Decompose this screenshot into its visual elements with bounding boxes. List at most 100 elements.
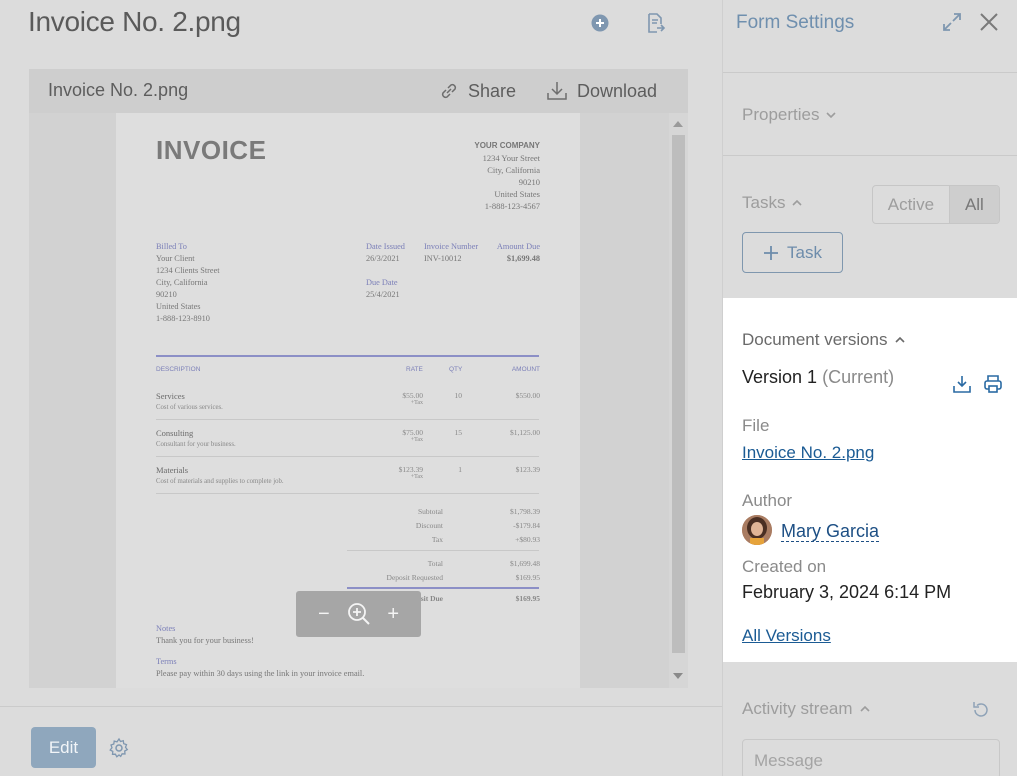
invoice-number-value: INV-10012: [424, 254, 462, 263]
section-divider: [723, 72, 1017, 73]
company-phone: 1-888-123-4567: [484, 201, 540, 211]
tasks-label: Tasks: [742, 193, 786, 212]
notes-block: Notes Thank you for your business!: [156, 623, 254, 647]
download-label: Download: [577, 80, 658, 101]
total-label: Total: [427, 559, 443, 568]
client-street: 1234 Clients Street: [156, 266, 220, 275]
download-version-icon[interactable]: [952, 374, 972, 394]
filter-active[interactable]: Active: [873, 186, 949, 223]
properties-toggle[interactable]: Properties: [742, 105, 837, 125]
activity-toggle[interactable]: Activity stream: [742, 699, 871, 719]
version-status: (Current): [822, 367, 895, 387]
col-description: DESCRIPTION: [156, 366, 201, 373]
company-country: United States: [494, 189, 540, 199]
filter-all[interactable]: All: [948, 186, 999, 223]
viewer-scrollbar[interactable]: [669, 113, 688, 688]
download-icon: [547, 82, 567, 100]
deposit-rule: [347, 587, 539, 589]
print-icon[interactable]: [983, 374, 1003, 394]
versions-toggle[interactable]: Document versions: [742, 330, 906, 350]
client-name: Your Client: [156, 254, 195, 263]
item-desc: Cost of materials and supplies to comple…: [156, 478, 284, 485]
message-input[interactable]: Message: [742, 739, 1000, 776]
date-issued-value: 26/3/2021: [366, 254, 400, 263]
row-divider: [156, 493, 539, 494]
item-rate: $55.00 +Tax: [386, 391, 423, 406]
subtotal-label: Subtotal: [417, 507, 443, 516]
client-zip: 90210: [156, 290, 177, 299]
total-values: $1,699.48 $169.95: [460, 557, 540, 585]
table-row: Consulting Consultant for your business.: [156, 428, 236, 448]
author-link[interactable]: Mary Garcia: [781, 521, 880, 542]
tasks-filter: Active All: [872, 185, 1000, 224]
edit-button[interactable]: Edit: [31, 727, 96, 768]
invoice-title: INVOICE: [156, 135, 267, 165]
add-circle-icon[interactable]: [589, 12, 611, 34]
expand-icon[interactable]: [942, 12, 962, 32]
discount-label: Discount: [415, 521, 443, 530]
page-title: Invoice No. 2.png: [28, 6, 241, 37]
viewer-file-name: Invoice No. 2.png: [48, 80, 189, 100]
avatar[interactable]: [742, 515, 772, 545]
date-issued-block: Date Issued 26/3/2021: [366, 241, 405, 265]
zoom-out-button[interactable]: −: [318, 603, 330, 626]
gear-icon[interactable]: [108, 737, 130, 759]
viewer-toolbar: Invoice No. 2.png Share Download: [29, 69, 688, 113]
zoom-in-button[interactable]: +: [387, 603, 399, 626]
all-versions-link[interactable]: All Versions: [742, 626, 831, 646]
amount-due-label: Amount Due: [496, 242, 540, 251]
date-issued-label: Date Issued: [366, 242, 405, 251]
client-phone: 1-888-123-8910: [156, 314, 210, 323]
company-street: 1234 Your Street: [482, 153, 540, 163]
item-rate-value: $55.00: [402, 391, 423, 400]
form-settings-panel: Form Settings Properties Tasks Active Al…: [722, 0, 1017, 776]
item-name: Services: [156, 391, 185, 401]
document-send-icon[interactable]: [644, 12, 666, 34]
footer-divider: [0, 706, 722, 707]
row-divider: [156, 456, 539, 457]
table-row: Services Cost of various services.: [156, 391, 223, 411]
client-country: United States: [156, 302, 201, 311]
table-row: Materials Cost of materials and supplies…: [156, 465, 284, 485]
properties-label: Properties: [742, 105, 820, 124]
avatar-image: [742, 515, 772, 545]
client-city: City, California: [156, 278, 208, 287]
plus-icon: [764, 245, 779, 260]
invoice-number-label: Invoice Number: [424, 242, 479, 251]
scroll-up-arrow[interactable]: [673, 121, 683, 127]
col-rate: RATE: [406, 366, 423, 373]
scroll-thumb[interactable]: [672, 135, 685, 653]
item-name: Consulting: [156, 428, 194, 438]
section-divider: [723, 155, 1017, 156]
due-date-block: Due Date 25/4/2021: [366, 277, 400, 301]
deposit-label: Deposit Requested: [386, 573, 443, 582]
download-button[interactable]: Download: [545, 79, 657, 103]
terms-text: Please pay within 30 days using the link…: [156, 669, 365, 678]
company-city: City, California: [487, 165, 540, 175]
close-icon[interactable]: [978, 11, 1000, 33]
totals-divider: [347, 550, 539, 551]
col-qty: QTY: [449, 366, 463, 373]
row-divider: [156, 419, 539, 420]
scroll-down-arrow[interactable]: [673, 673, 683, 679]
panel-title: Form Settings: [736, 12, 855, 33]
company-zip: 90210: [518, 177, 540, 187]
notes-text: Thank you for your business!: [156, 636, 254, 645]
tasks-toggle[interactable]: Tasks: [742, 193, 803, 213]
due-date-label: Due Date: [366, 278, 398, 287]
chevron-down-icon: [826, 112, 837, 119]
file-link[interactable]: Invoice No. 2.png: [742, 443, 874, 463]
version-name: Version 1 (Current): [742, 367, 894, 388]
refresh-icon[interactable]: [971, 700, 991, 720]
zoom-in-icon[interactable]: [346, 601, 372, 627]
item-rate-value: $123.39: [398, 465, 423, 474]
add-task-label: Task: [787, 242, 822, 262]
terms-label: Terms: [156, 657, 177, 666]
item-rate: $75.00 +Tax: [386, 428, 423, 443]
totals-labels: Subtotal Discount Tax: [346, 505, 443, 547]
amount-due-value: $1,699.48: [506, 254, 540, 263]
company-name: YOUR COMPANY: [474, 141, 540, 150]
terms-block: Terms Please pay within 30 days using th…: [156, 656, 364, 680]
add-task-button[interactable]: Task: [742, 232, 843, 273]
share-button[interactable]: Share: [438, 79, 516, 103]
